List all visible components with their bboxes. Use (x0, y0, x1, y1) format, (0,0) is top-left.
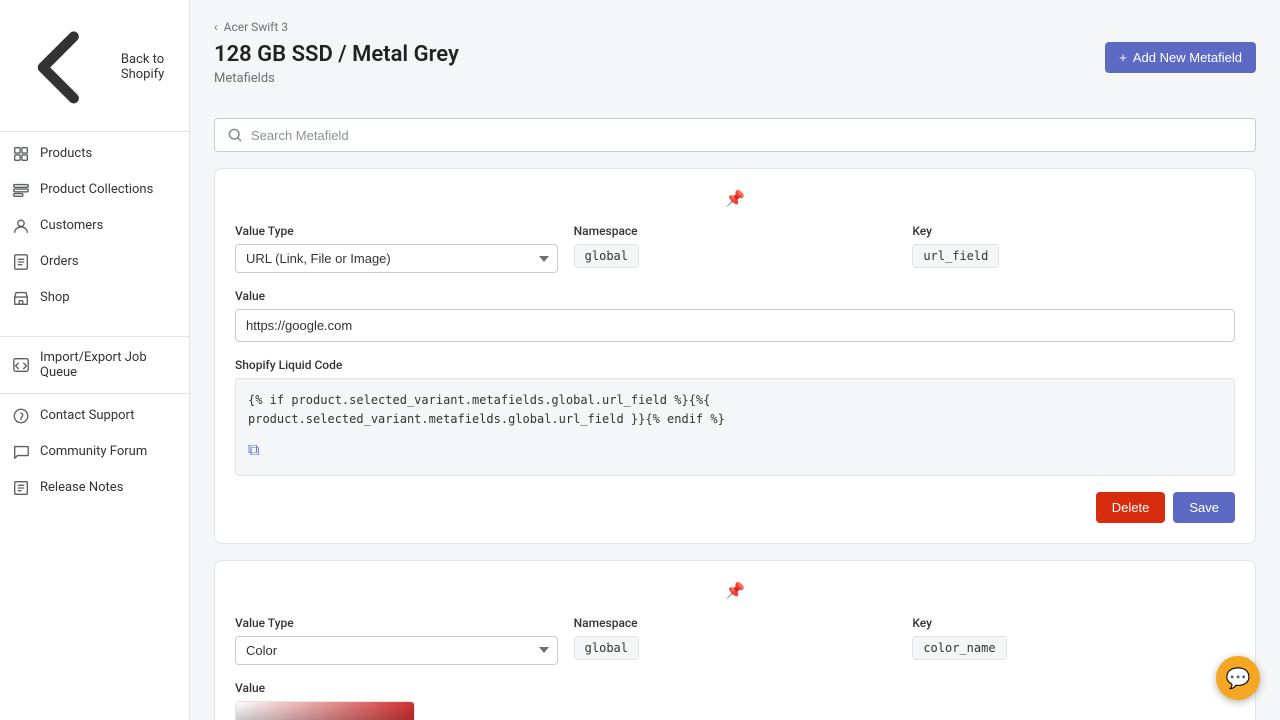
key-badge-1: url_field (912, 244, 999, 268)
sidebar-item-orders[interactable]: Orders (0, 244, 189, 280)
sidebar-item-import-export-label: Import/Export Job Queue (40, 350, 177, 380)
back-to-shopify-link[interactable]: Back to Shopify (0, 8, 189, 127)
sidebar-item-import-export[interactable]: Import/Export Job Queue (0, 341, 189, 389)
key-label-2: Key (912, 616, 1235, 630)
sidebar-divider (0, 131, 189, 132)
sidebar-item-release-notes[interactable]: Release Notes (0, 470, 189, 506)
sidebar-divider-3 (0, 393, 189, 394)
sidebar-item-orders-label: Orders (40, 254, 79, 269)
namespace-group-2: Namespace global (574, 616, 897, 665)
sidebar-item-community-forum[interactable]: Community Forum (0, 434, 189, 470)
value-label-1: Value (235, 289, 1235, 303)
value-type-select-1[interactable]: URL (Link, File or Image) (235, 244, 558, 273)
color-picker[interactable] (235, 701, 415, 720)
chat-icon: 💬 (1226, 666, 1251, 690)
search-icon (227, 127, 243, 143)
card-2-field-row: Value Type Color Namespace global Key co… (235, 616, 1235, 665)
support-icon (12, 407, 30, 425)
shop-icon (12, 289, 30, 307)
orders-icon (12, 253, 30, 271)
header-left: 128 GB SSD / Metal Grey Metafields (214, 42, 459, 102)
namespace-badge-1: global (574, 244, 639, 268)
value-type-label-1: Value Type (235, 224, 558, 238)
add-button-label: Add New Metafield (1133, 50, 1242, 65)
value-group-1: Value (235, 289, 1235, 342)
sidebar-item-customers[interactable]: Customers (0, 208, 189, 244)
liquid-code-section-1: Shopify Liquid Code {% if product.select… (235, 358, 1235, 476)
value-type-group-2: Value Type Color (235, 616, 558, 665)
liquid-code-line-1: {% if product.selected_variant.metafield… (248, 391, 1222, 410)
value-type-label-2: Value Type (235, 616, 558, 630)
breadcrumb: ‹ Acer Swift 3 (214, 20, 1256, 34)
namespace-label-2: Namespace (574, 616, 897, 630)
back-label: Back to Shopify (121, 52, 177, 82)
sidebar-item-products[interactable]: Products (0, 136, 189, 172)
namespace-label-1: Namespace (574, 224, 897, 238)
pin-icon-1: 📌 (725, 189, 745, 208)
header-row: 128 GB SSD / Metal Grey Metafields + Add… (214, 42, 1256, 102)
sidebar-item-shop-label: Shop (40, 290, 70, 305)
namespace-group-1: Namespace global (574, 224, 897, 273)
value-group-2: Value (235, 681, 1235, 720)
products-icon (12, 145, 30, 163)
liquid-code-line-2: product.selected_variant.metafields.glob… (248, 410, 1222, 429)
save-button-1[interactable]: Save (1173, 492, 1235, 523)
main-content: ‹ Acer Swift 3 128 GB SSD / Metal Grey M… (190, 0, 1280, 720)
back-arrow-icon (12, 16, 115, 119)
breadcrumb-chevron: ‹ (214, 20, 218, 34)
sidebar: Back to Shopify Products Product Collect… (0, 0, 190, 720)
namespace-badge-2: global (574, 636, 639, 660)
value-type-select-2[interactable]: Color (235, 636, 558, 665)
card-1-actions: Delete Save (235, 492, 1235, 523)
search-bar (214, 118, 1256, 152)
page-title: 128 GB SSD / Metal Grey (214, 42, 459, 67)
sidebar-item-collections-label: Product Collections (40, 182, 153, 197)
pin-icon-2: 📌 (725, 581, 745, 600)
card-1-field-row: Value Type URL (Link, File or Image) Nam… (235, 224, 1235, 273)
value-type-group-1: Value Type URL (Link, File or Image) (235, 224, 558, 273)
sidebar-item-customers-label: Customers (40, 218, 103, 233)
forum-icon (12, 443, 30, 461)
add-button-icon: + (1119, 50, 1127, 65)
sidebar-item-contact-support-label: Contact Support (40, 408, 135, 423)
sidebar-item-products-label: Products (40, 146, 92, 161)
sidebar-divider-2 (0, 336, 189, 337)
sidebar-item-community-forum-label: Community Forum (40, 444, 147, 459)
card-1-pin: 📌 (235, 189, 1235, 208)
collection-icon (12, 181, 30, 199)
key-group-2: Key color_name (912, 616, 1235, 665)
liquid-code-label-1: Shopify Liquid Code (235, 358, 1235, 372)
color-gradient[interactable] (236, 702, 415, 720)
key-badge-2: color_name (912, 636, 1006, 660)
add-metafield-button[interactable]: + Add New Metafield (1105, 42, 1256, 73)
page-subtitle: Metafields (214, 71, 459, 86)
sidebar-item-product-collections[interactable]: Product Collections (0, 172, 189, 208)
metafield-card-1: 📌 Value Type URL (Link, File or Image) N… (214, 168, 1256, 544)
search-input[interactable] (251, 128, 1243, 143)
liquid-code-box-1: {% if product.selected_variant.metafield… (235, 378, 1235, 476)
key-label-1: Key (912, 224, 1235, 238)
sidebar-item-contact-support[interactable]: Contact Support (0, 398, 189, 434)
breadcrumb-parent[interactable]: Acer Swift 3 (224, 20, 288, 34)
import-export-icon (12, 356, 30, 374)
value-label-2: Value (235, 681, 1235, 695)
card-2-pin: 📌 (235, 581, 1235, 600)
sidebar-item-shop[interactable]: Shop (0, 280, 189, 316)
value-input-1[interactable] (235, 309, 1235, 342)
metafield-card-2: 📌 Value Type Color Namespace global Key … (214, 560, 1256, 720)
delete-button-1[interactable]: Delete (1096, 492, 1166, 523)
sidebar-item-release-notes-label: Release Notes (40, 480, 123, 495)
customers-icon (12, 217, 30, 235)
copy-icon-1[interactable]: ⧉ (248, 437, 1222, 463)
chat-button[interactable]: 💬 (1216, 656, 1260, 700)
notes-icon (12, 479, 30, 497)
key-group-1: Key url_field (912, 224, 1235, 273)
